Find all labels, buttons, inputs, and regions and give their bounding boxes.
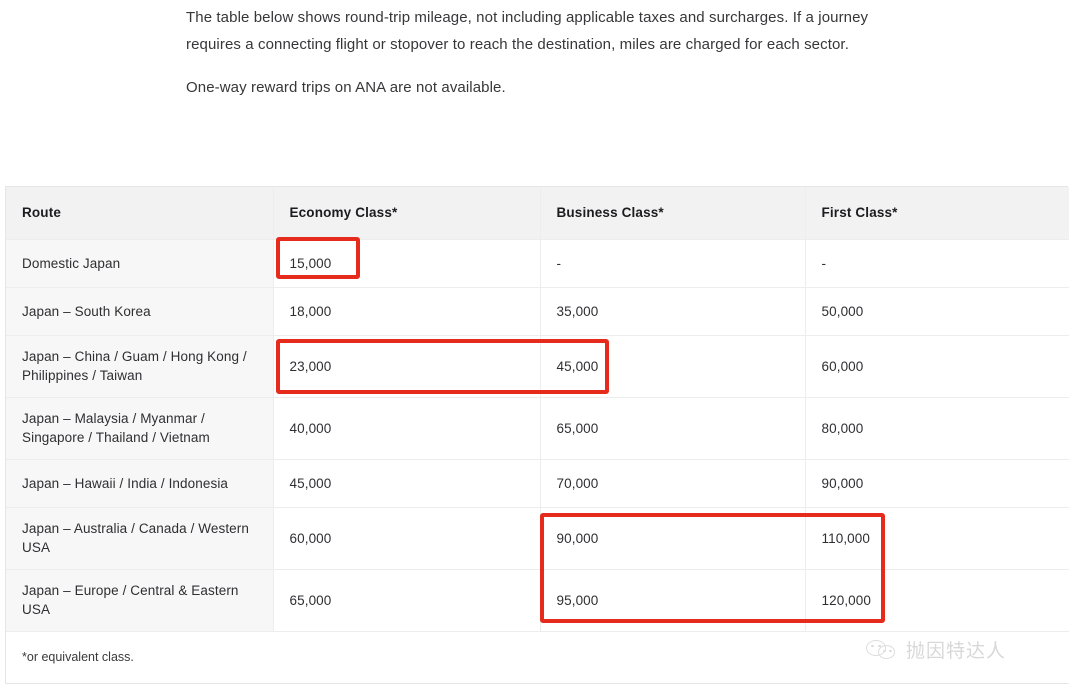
- table-row: Japan – Europe / Central & Eastern USA 6…: [6, 569, 1069, 631]
- cell-business: 90,000: [540, 507, 805, 569]
- cell-first: 90,000: [805, 459, 1069, 507]
- cell-economy: 18,000: [273, 287, 540, 335]
- table-row: Domestic Japan 15,000 - -: [6, 239, 1069, 287]
- page-root: The table below shows round-trip mileage…: [0, 0, 1080, 696]
- cell-first: 110,000: [805, 507, 1069, 569]
- intro-text-block: The table below shows round-trip mileage…: [186, 4, 906, 101]
- table-footer: *or equivalent class.: [6, 631, 1069, 683]
- intro-paragraph-1: The table below shows round-trip mileage…: [186, 4, 906, 58]
- cell-economy: 23,000: [273, 335, 540, 397]
- cell-route: Japan – Hawaii / India / Indonesia: [6, 459, 273, 507]
- cell-first: -: [805, 239, 1069, 287]
- table-header: Route Economy Class* Business Class* Fir…: [6, 187, 1069, 239]
- cell-economy: 65,000: [273, 569, 540, 631]
- column-header-business: Business Class*: [540, 187, 805, 239]
- table-row: Japan – China / Guam / Hong Kong / Phili…: [6, 335, 1069, 397]
- cell-route: Japan – Australia / Canada / Western USA: [6, 507, 273, 569]
- cell-first: 120,000: [805, 569, 1069, 631]
- cell-route: Domestic Japan: [6, 239, 273, 287]
- table-header-row: Route Economy Class* Business Class* Fir…: [6, 187, 1069, 239]
- table-row: Japan – South Korea 18,000 35,000 50,000: [6, 287, 1069, 335]
- cell-route: Japan – China / Guam / Hong Kong / Phili…: [6, 335, 273, 397]
- cell-business: 65,000: [540, 397, 805, 459]
- cell-business: -: [540, 239, 805, 287]
- table-footnote-row: *or equivalent class.: [6, 631, 1069, 683]
- cell-economy: 60,000: [273, 507, 540, 569]
- cell-business: 95,000: [540, 569, 805, 631]
- column-header-economy: Economy Class*: [273, 187, 540, 239]
- intro-paragraph-2: One-way reward trips on ANA are not avai…: [186, 74, 906, 101]
- cell-economy: 40,000: [273, 397, 540, 459]
- cell-route: Japan – Malaysia / Myanmar / Singapore /…: [6, 397, 273, 459]
- cell-first: 60,000: [805, 335, 1069, 397]
- table-row: Japan – Australia / Canada / Western USA…: [6, 507, 1069, 569]
- mileage-table: Route Economy Class* Business Class* Fir…: [6, 187, 1069, 684]
- cell-business: 35,000: [540, 287, 805, 335]
- table-footnote: *or equivalent class.: [6, 631, 1069, 683]
- column-header-route: Route: [6, 187, 273, 239]
- cell-route: Japan – South Korea: [6, 287, 273, 335]
- cell-first: 80,000: [805, 397, 1069, 459]
- table-row: Japan – Hawaii / India / Indonesia 45,00…: [6, 459, 1069, 507]
- cell-route: Japan – Europe / Central & Eastern USA: [6, 569, 273, 631]
- column-header-first: First Class*: [805, 187, 1069, 239]
- mileage-table-container: Route Economy Class* Business Class* Fir…: [5, 186, 1068, 684]
- cell-first: 50,000: [805, 287, 1069, 335]
- table-body: Domestic Japan 15,000 - - Japan – South …: [6, 239, 1069, 631]
- cell-business: 70,000: [540, 459, 805, 507]
- cell-economy: 15,000: [273, 239, 540, 287]
- cell-business: 45,000: [540, 335, 805, 397]
- cell-economy: 45,000: [273, 459, 540, 507]
- table-row: Japan – Malaysia / Myanmar / Singapore /…: [6, 397, 1069, 459]
